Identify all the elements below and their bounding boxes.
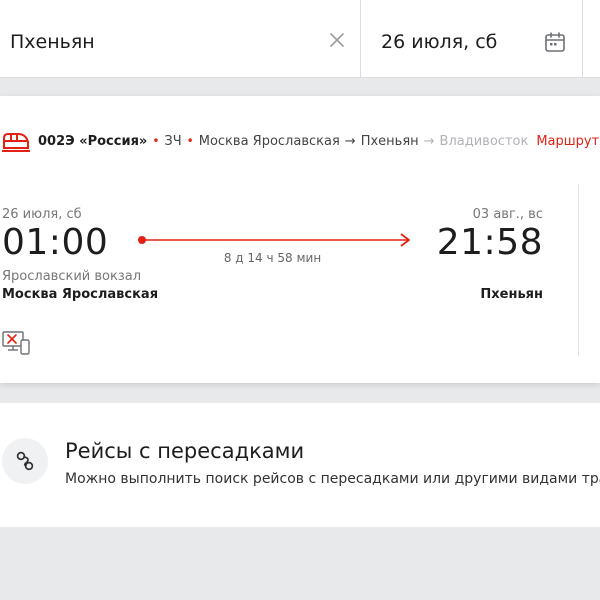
destination-field[interactable]: Пхеньян	[0, 0, 361, 78]
transfer-description: Можно выполнить поиск рейсов с пересадка…	[65, 471, 600, 487]
calendar-icon[interactable]	[544, 31, 566, 53]
departure-time: 01:00	[2, 222, 109, 263]
separator-dot: •	[186, 134, 194, 148]
train-type: ЗЧ	[164, 133, 182, 149]
train-icon	[2, 133, 30, 152]
route-to: Пхеньян	[360, 133, 419, 149]
transfer-section[interactable]: Рейсы с пересадками Можно выполнить поис…	[0, 403, 600, 527]
route-link[interactable]: Маршрут	[536, 134, 599, 149]
route-final: Владивосток	[439, 133, 529, 149]
departure-station: Москва Ярославская	[2, 287, 159, 302]
no-eregistration-icon	[2, 331, 30, 355]
departure-date: 26 июля, сб	[2, 207, 82, 222]
train-header: 002Э «Россия» • ЗЧ • Москва Ярославская …	[0, 126, 600, 156]
date-field[interactable]: 26 июля, сб	[362, 0, 583, 78]
page: Пхеньян 26 июля, сб 002Э «Россия» • ЗЧ •…	[0, 0, 600, 600]
arrival-date: 03 авг., вс	[472, 207, 543, 222]
separator-dot: •	[152, 134, 160, 148]
train-number: 002Э «Россия»	[38, 133, 148, 149]
trip-duration: 8 д 14 ч 58 мин	[223, 251, 322, 265]
search-bar: Пхеньян 26 июля, сб	[0, 0, 600, 78]
transfer-title: Рейсы с пересадками	[65, 439, 305, 463]
transfer-icon-badge	[2, 438, 48, 484]
arrival-station: Пхеньян	[480, 287, 543, 302]
date-value: 26 июля, сб	[381, 31, 498, 53]
route-from: Москва Ярославская	[198, 133, 340, 149]
train-card[interactable]: 002Э «Россия» • ЗЧ • Москва Ярославская …	[0, 96, 600, 383]
destination-value: Пхеньян	[10, 31, 95, 53]
close-icon[interactable]	[328, 31, 346, 49]
arrow-right-icon: →	[423, 133, 435, 149]
card-divider	[578, 184, 579, 356]
departure-station-terminal: Ярославский вокзал	[2, 269, 142, 284]
arrow-right-icon: →	[344, 133, 356, 149]
route-line	[138, 233, 410, 247]
link-icon	[16, 451, 34, 471]
arrival-time: 21:58	[436, 222, 543, 263]
